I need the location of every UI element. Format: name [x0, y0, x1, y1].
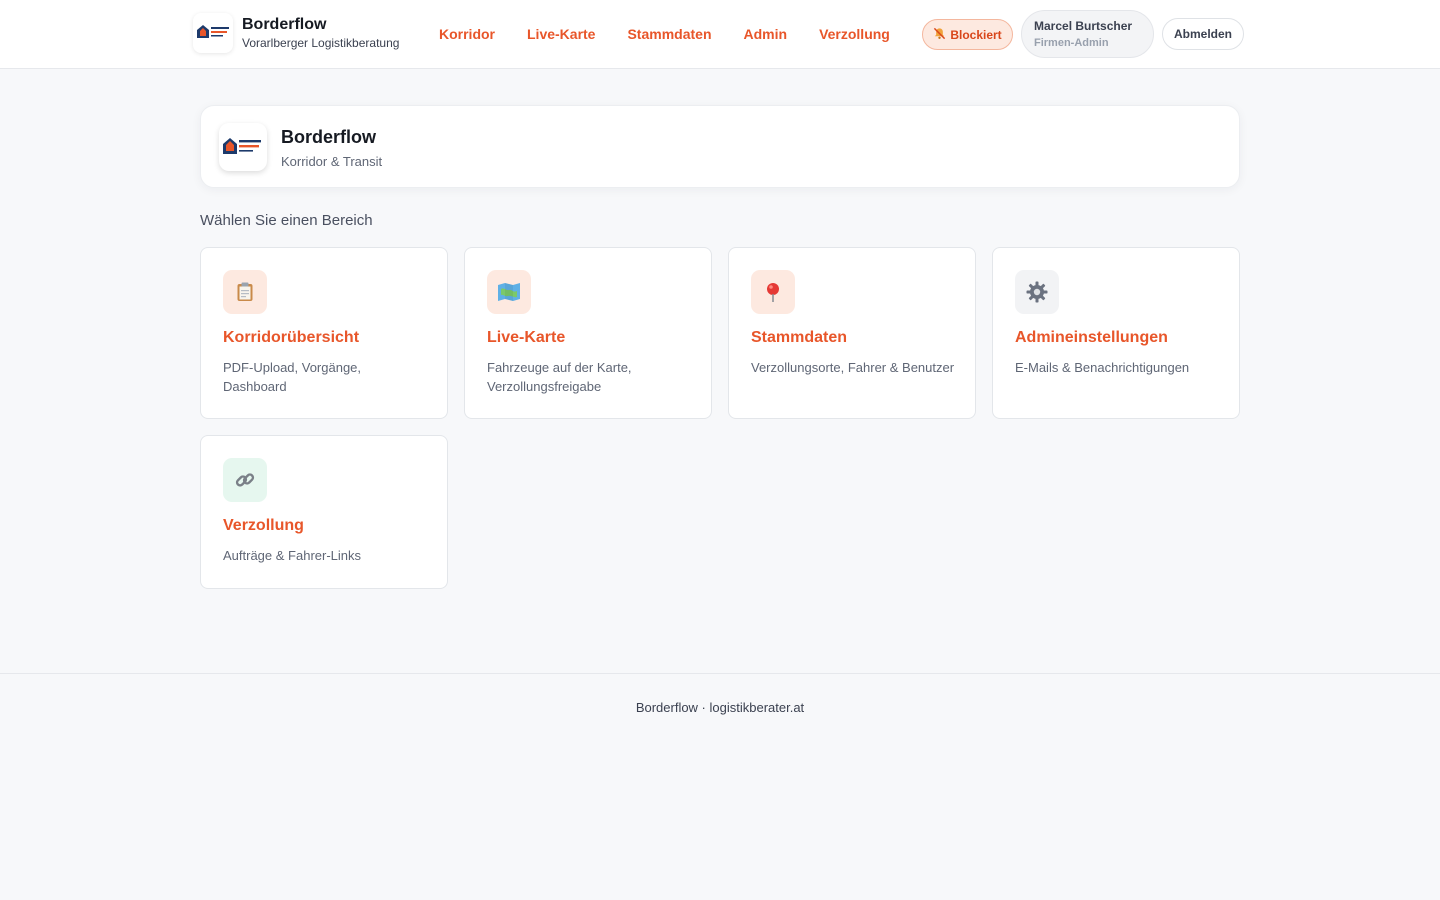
tile-title: Korridorübersicht — [223, 329, 360, 346]
tile-description: Fahrzeuge auf der Karte, Verzollungsfrei… — [487, 360, 632, 394]
company-logo — [193, 13, 233, 53]
user-menu[interactable]: Marcel Burtscher Firmen-Admin — [1021, 10, 1154, 58]
logout-button[interactable]: Abmelden — [1162, 18, 1244, 50]
bell-muted-icon — [933, 27, 946, 43]
link-icon — [223, 458, 267, 502]
tile-title: Live-Karte — [487, 329, 566, 346]
tile-description: PDF-Upload, Vorgänge, Dashboard — [223, 360, 362, 394]
gear-icon — [1015, 270, 1059, 314]
tile-verzollung[interactable]: Verzollung Aufträge & Fahrer-Links — [200, 435, 448, 589]
top-navigation-bar: Borderflow Vorarlberger Logistikberatung… — [0, 0, 1440, 69]
section-heading: Wählen Sie einen Bereich — [200, 212, 373, 229]
footer-text: Borderflow · logistikberater.at — [635, 700, 805, 715]
app-header-card: Borderflow Korridor & Transit — [200, 105, 1240, 188]
map-icon — [487, 270, 531, 314]
brand-subtitle: Vorarlberger Logistikberatung — [242, 36, 400, 50]
tile-stammdaten[interactable]: Stammdaten Verzollungsorte, Fahrer & Ben… — [728, 247, 976, 419]
pin-icon — [751, 270, 795, 314]
user-role: Firmen-Admin — [1034, 37, 1109, 49]
tile-description: E-Mails & Benachrichtigungen — [1015, 360, 1190, 375]
tile-admineinstellungen[interactable]: Admineinstellungen E-Mails & Benachricht… — [992, 247, 1240, 419]
page-title: Borderflow — [281, 127, 377, 147]
company-logo — [219, 123, 267, 171]
page-subtitle: Korridor & Transit — [281, 154, 383, 169]
brand[interactable]: Borderflow Vorarlberger Logistikberatung — [193, 13, 399, 53]
tile-description: Verzollungsorte, Fahrer & Benutzer — [751, 360, 955, 375]
brand-title: Borderflow — [242, 16, 327, 33]
status-badge-label: Blockiert — [950, 27, 1002, 42]
tile-live-karte[interactable]: Live-Karte Fahrzeuge auf der Karte, Verz… — [464, 247, 712, 419]
clipboard-icon — [223, 270, 267, 314]
nav-link-live-karte[interactable]: Live-Karte — [527, 24, 595, 44]
tile-description: Aufträge & Fahrer-Links — [223, 548, 362, 563]
nav-link-korridor[interactable]: Korridor — [439, 24, 495, 44]
nav-link-verzollung[interactable]: Verzollung — [819, 24, 890, 44]
footer: Borderflow · logistikberater.at — [0, 673, 1440, 900]
tile-korridoruebersicht[interactable]: Korridorübersicht PDF-Upload, Vorgänge, … — [200, 247, 448, 419]
notification-status-button[interactable]: Blockiert — [922, 19, 1013, 50]
nav-link-admin[interactable]: Admin — [744, 24, 788, 44]
tile-title: Admineinstellungen — [1015, 329, 1168, 346]
tile-title: Verzollung — [223, 517, 304, 534]
main-nav: Korridor Live-Karte Stammdaten Admin Ver… — [439, 24, 922, 44]
tile-title: Stammdaten — [751, 329, 848, 346]
user-name: Marcel Burtscher — [1034, 19, 1133, 33]
nav-link-stammdaten[interactable]: Stammdaten — [627, 24, 711, 44]
